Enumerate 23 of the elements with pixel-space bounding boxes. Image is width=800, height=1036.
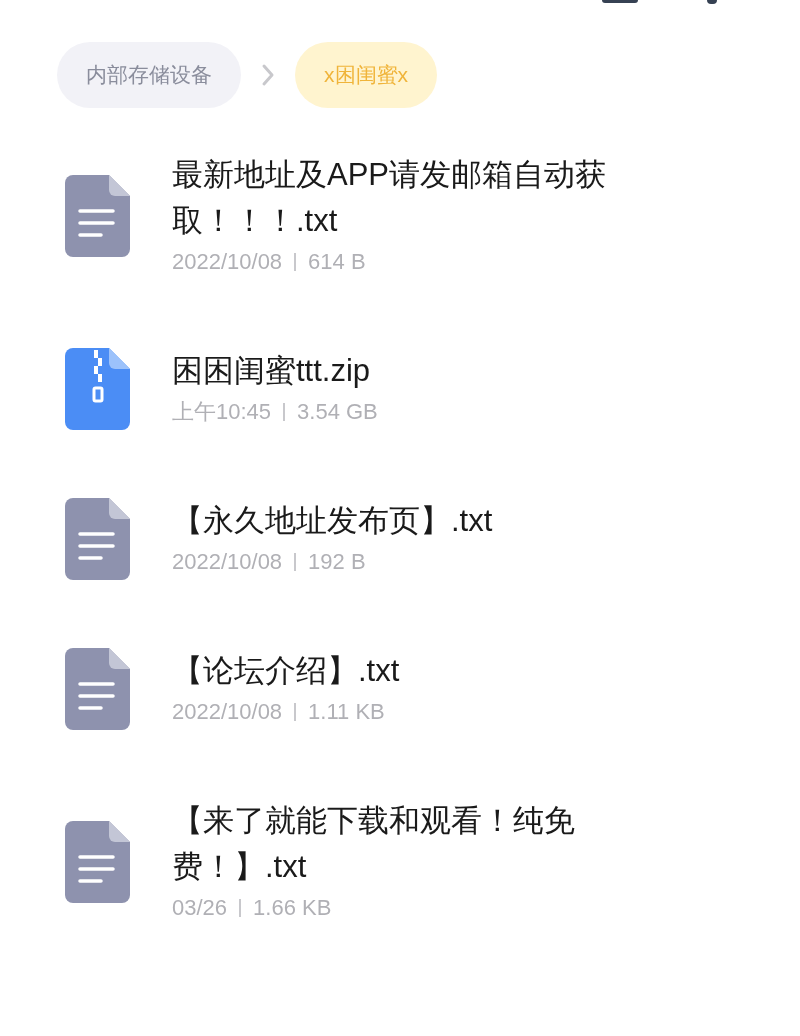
zip-file-icon — [65, 348, 130, 430]
file-name[interactable]: 困困闺蜜ttt.zip — [172, 348, 642, 394]
text-file-icon — [65, 175, 130, 257]
file-date: 2022/10/08 — [172, 698, 283, 726]
file-size: 614 B — [308, 248, 366, 276]
text-file-icon — [65, 648, 130, 730]
file-name[interactable]: 【永久地址发布页】.txt — [172, 498, 642, 544]
file-size: 192 B — [308, 548, 366, 576]
file-date: 2022/10/08 — [172, 548, 283, 576]
file-date: 03/26 — [172, 894, 228, 922]
file-size: 1.66 KB — [253, 894, 332, 922]
top-toolbar-edge — [707, 0, 717, 4]
file-name[interactable]: 【来了就能下载和观看！纯免费！】.txt — [172, 798, 642, 890]
top-toolbar-edge — [602, 0, 638, 3]
text-file-icon — [65, 498, 130, 580]
file-name[interactable]: 【论坛介绍】.txt — [172, 648, 642, 694]
file-size: 1.11 KB — [308, 698, 385, 726]
file-size: 3.54 GB — [297, 398, 378, 426]
file-name[interactable]: 最新地址及APP请发邮箱自动获取！！！.txt — [172, 152, 642, 244]
file-date: 上午10:45 — [172, 398, 272, 426]
text-file-icon — [65, 821, 130, 903]
file-date: 2022/10/08 — [172, 248, 283, 276]
chevron-right-icon — [261, 63, 275, 87]
